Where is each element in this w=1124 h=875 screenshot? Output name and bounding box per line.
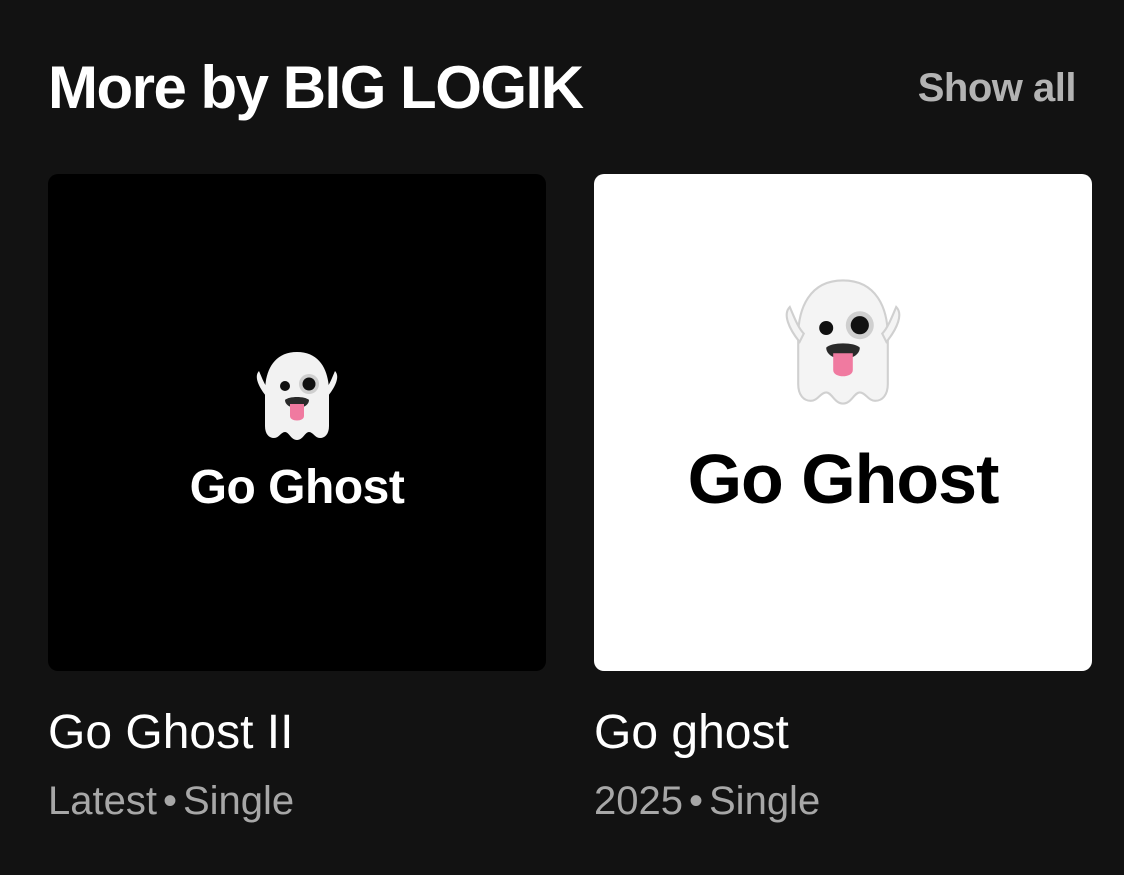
release-type: Single [709,779,821,823]
section-header: More by BIG LOGIK Show all [48,50,1077,126]
meta-separator: • [162,779,177,823]
meta-separator: • [688,779,703,823]
release-title[interactable]: Go Ghost II [48,709,546,757]
release-type: Single [182,779,295,823]
release-card-go-ghost-ii[interactable]: Go Ghost Go Ghost II Latest • Single [48,174,546,821]
ghost-emoji-icon [785,279,901,405]
ghost-emoji-icon [256,352,338,440]
release-meta: Latest • Single [48,781,546,821]
section-title: More by BIG LOGIK [48,54,584,121]
release-meta-prefix: 2025 [594,779,683,823]
release-cover[interactable]: Go Ghost [48,174,546,671]
show-all-link[interactable]: Show all [918,68,1077,108]
cover-title-text: Go Ghost [687,440,1000,518]
release-meta: 2025 • Single [594,781,1092,821]
release-title[interactable]: Go ghost [594,709,1092,757]
release-cover[interactable]: Go Ghost [594,174,1092,671]
cover-title-text: Go Ghost [189,461,405,514]
release-meta-prefix: Latest [48,779,157,823]
release-card-go-ghost[interactable]: Go Ghost Go ghost 2025 • Single [594,174,1092,821]
